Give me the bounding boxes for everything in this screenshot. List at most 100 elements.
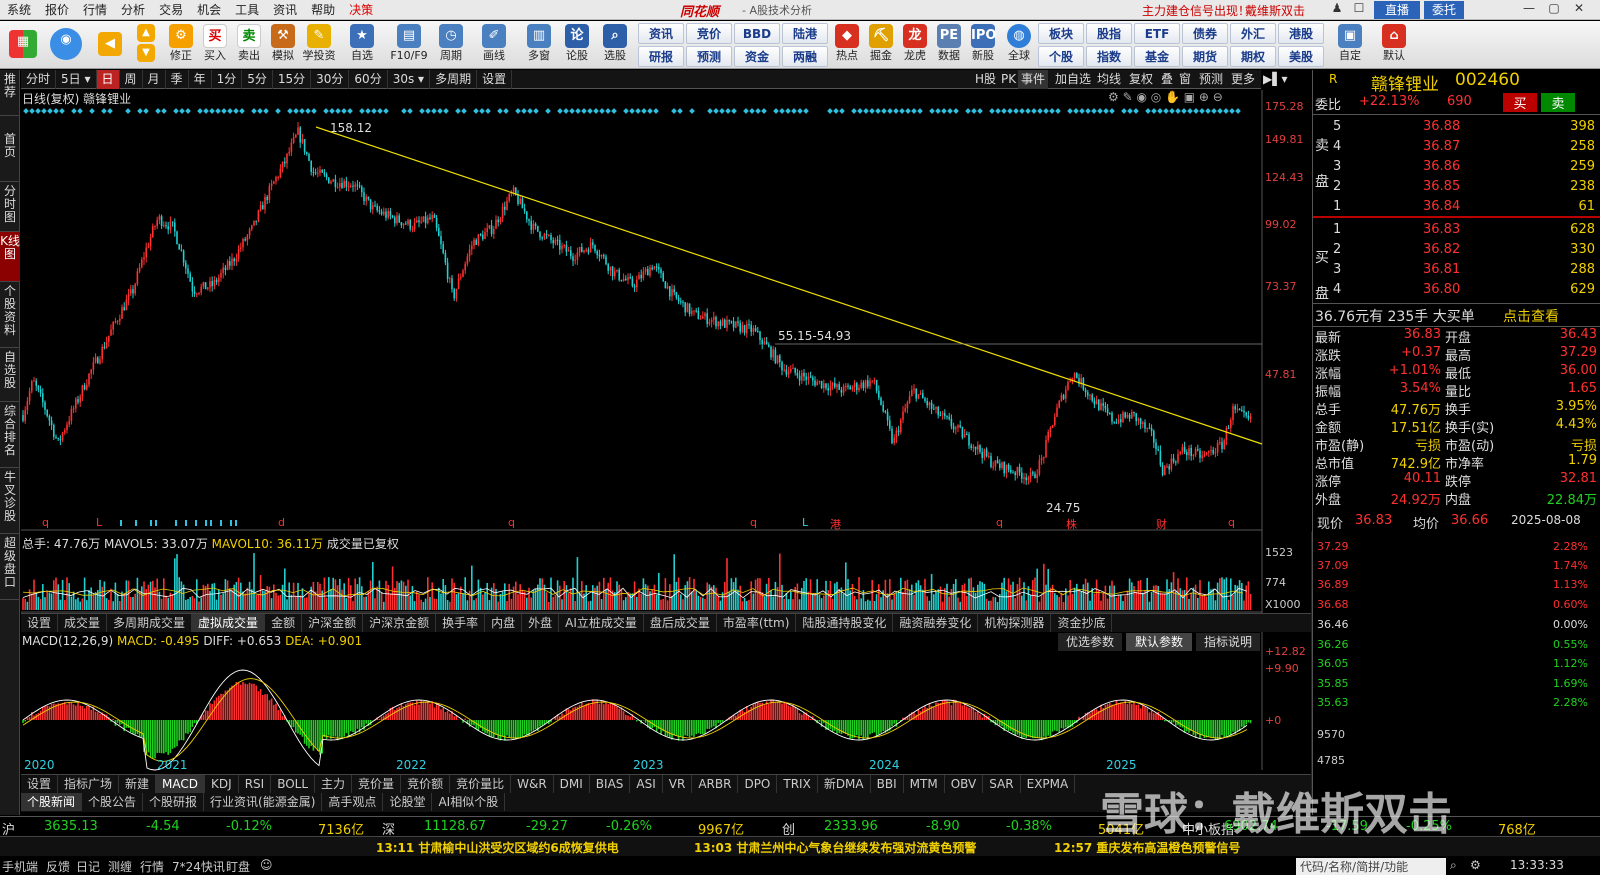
volume-tab-1[interactable]: 成交量 xyxy=(58,614,108,632)
news-tab-6[interactable]: AI相似个股 xyxy=(432,793,506,811)
order-row[interactable]: 3 36.86 259 xyxy=(1333,159,1599,177)
chart-tool-icons[interactable]: ⚙ ✎ ◉ ◎ ✋ ▣ ⊕ ⊖ xyxy=(1108,90,1223,104)
news-tab-2[interactable]: 个股研报 xyxy=(143,793,205,811)
volume-tab-8[interactable]: 内盘 xyxy=(485,614,523,632)
volume-bar xyxy=(83,577,86,610)
order-row[interactable]: 5 36.88 398 xyxy=(1333,119,1599,137)
indicator-tab-3[interactable]: MACD xyxy=(156,775,206,793)
indicator-tab-22[interactable]: OBV xyxy=(945,775,984,793)
search-icon[interactable]: ⌕ xyxy=(1450,858,1457,873)
quick-buy-button[interactable]: 买 xyxy=(1503,93,1537,112)
order-row[interactable]: 1 36.83 628 xyxy=(1333,222,1599,240)
macd-bar xyxy=(446,710,449,720)
test-link[interactable]: 测缠 xyxy=(108,858,132,875)
news-tab-0[interactable]: 个股新闻 xyxy=(21,793,83,811)
indicator-tab-14[interactable]: ASI xyxy=(630,775,663,793)
volume-tab-10[interactable]: AI立桩成交量 xyxy=(559,614,644,632)
event-marker[interactable]: q xyxy=(508,516,515,529)
quick-sell-button[interactable]: 卖 xyxy=(1541,93,1575,112)
order-row[interactable]: 3 36.81 288 xyxy=(1333,262,1599,280)
volume-tab-12[interactable]: 市盈率(ttm) xyxy=(717,614,797,632)
info-diamond xyxy=(161,108,167,114)
indicator-tab-21[interactable]: MTM xyxy=(904,775,945,793)
volume-tab-15[interactable]: 机构探测器 xyxy=(978,614,1052,632)
indicator-tab-0[interactable]: 设置 xyxy=(21,775,59,793)
volume-tab-7[interactable]: 换手率 xyxy=(436,614,486,632)
news-tab-5[interactable]: 论股堂 xyxy=(383,793,433,811)
settings-icon[interactable]: ⚙ xyxy=(1470,858,1481,872)
info-diamond xyxy=(71,108,77,114)
indicator-tab-17[interactable]: DPO xyxy=(738,775,778,793)
candle xyxy=(429,217,431,219)
optimal-params-button[interactable]: 优选参数 xyxy=(1058,633,1122,651)
news-tab-4[interactable]: 高手观点 xyxy=(322,793,384,811)
news-item[interactable]: 13:11 甘肃榆中山洪受灾区域约6成恢复供电 xyxy=(376,839,619,856)
indicator-tab-1[interactable]: 指标广场 xyxy=(58,775,120,793)
market-link[interactable]: 行情 xyxy=(140,858,164,875)
indicator-tab-16[interactable]: ARBR xyxy=(692,775,739,793)
chat-icon[interactable]: ☺ xyxy=(260,858,273,872)
news-item[interactable]: 13:03 甘肃兰州中心气象台继续发布强对流黄色预警 xyxy=(694,839,976,856)
indicator-tab-6[interactable]: BOLL xyxy=(271,775,316,793)
indicator-tab-10[interactable]: 竞价量比 xyxy=(450,775,512,793)
volume-tab-4[interactable]: 金额 xyxy=(265,614,303,632)
indicator-tab-13[interactable]: BIAS xyxy=(590,775,631,793)
volume-tab-16[interactable]: 资金抄底 xyxy=(1051,614,1113,632)
volume-tab-11[interactable]: 盘后成交量 xyxy=(644,614,717,632)
indicator-tab-23[interactable]: SAR xyxy=(983,775,1021,793)
event-marker[interactable]: 株 xyxy=(1066,516,1077,532)
order-row[interactable]: 2 36.85 238 xyxy=(1333,179,1599,197)
candle xyxy=(176,231,178,245)
event-marker[interactable]: L xyxy=(96,516,102,529)
order-row[interactable]: 4 36.80 629 xyxy=(1333,282,1599,300)
index-item[interactable]: 沪 3635.13 -4.54 -0.12% 7136亿 xyxy=(0,817,380,838)
flash-news-link[interactable]: 7*24快讯 xyxy=(172,858,225,875)
event-marker[interactable]: d xyxy=(278,516,285,529)
indicator-tab-9[interactable]: 竞价额 xyxy=(401,775,451,793)
volume-tab-14[interactable]: 融资融券变化 xyxy=(893,614,979,632)
volume-tab-9[interactable]: 外盘 xyxy=(522,614,560,632)
indicator-tab-12[interactable]: DMI xyxy=(554,775,590,793)
news-tab-1[interactable]: 个股公告 xyxy=(82,793,144,811)
volume-tab-5[interactable]: 沪深金额 xyxy=(302,614,364,632)
indicator-tab-2[interactable]: 新建 xyxy=(119,775,157,793)
event-marker[interactable]: q xyxy=(996,516,1003,529)
index-item[interactable]: 深 11128.67 -29.27 -0.26% 9967亿 xyxy=(380,817,760,838)
event-marker[interactable]: 港 xyxy=(830,516,841,532)
candle xyxy=(226,261,229,270)
order-row[interactable]: 4 36.87 258 xyxy=(1333,139,1599,157)
mobile-link[interactable]: 手机端 xyxy=(2,858,38,875)
indicator-tab-18[interactable]: TRIX xyxy=(777,775,818,793)
indicator-tab-8[interactable]: 竞价量 xyxy=(352,775,402,793)
indicator-tab-11[interactable]: W&R xyxy=(511,775,554,793)
info-diamond xyxy=(221,108,227,114)
indicator-tab-5[interactable]: RSI xyxy=(239,775,272,793)
volume-tab-6[interactable]: 沪深京金额 xyxy=(363,614,437,632)
event-marker[interactable]: q xyxy=(42,516,49,529)
indicator-help-button[interactable]: 指标说明 xyxy=(1196,633,1260,651)
order-row[interactable]: 1 36.84 61 xyxy=(1333,199,1599,217)
feedback-link[interactable]: 反馈 xyxy=(46,858,70,875)
click-view-link[interactable]: 点击查看 xyxy=(1503,306,1559,326)
event-marker[interactable]: q xyxy=(1228,516,1235,529)
indicator-tab-20[interactable]: BBI xyxy=(871,775,904,793)
search-input[interactable]: 代码/名称/简拼/功能 xyxy=(1296,858,1446,875)
indicator-tab-7[interactable]: 主力 xyxy=(315,775,353,793)
indicator-tab-15[interactable]: VR xyxy=(663,775,693,793)
event-marker[interactable]: L xyxy=(802,516,808,529)
indicator-tab-4[interactable]: KDJ xyxy=(205,775,239,793)
diary-link[interactable]: 日记 xyxy=(76,858,100,875)
volume-tab-2[interactable]: 多周期成交量 xyxy=(107,614,193,632)
indicator-tab-24[interactable]: EXPMA xyxy=(1021,775,1076,793)
indicator-tab-19[interactable]: 新DMA xyxy=(818,775,871,793)
monitor-link[interactable]: 盯盘 xyxy=(226,858,250,875)
event-marker[interactable]: 财 xyxy=(1156,516,1167,532)
order-row[interactable]: 2 36.82 330 xyxy=(1333,242,1599,260)
default-params-button[interactable]: 默认参数 xyxy=(1126,633,1192,651)
volume-tab-0[interactable]: 设置 xyxy=(21,614,59,632)
volume-bar xyxy=(765,583,768,610)
event-marker[interactable]: q xyxy=(750,516,757,529)
news-tab-3[interactable]: 行业资讯(能源金属) xyxy=(204,793,323,811)
volume-tab-13[interactable]: 陆股通持股变化 xyxy=(796,614,894,632)
volume-tab-3[interactable]: 虚拟成交量 xyxy=(192,614,266,632)
